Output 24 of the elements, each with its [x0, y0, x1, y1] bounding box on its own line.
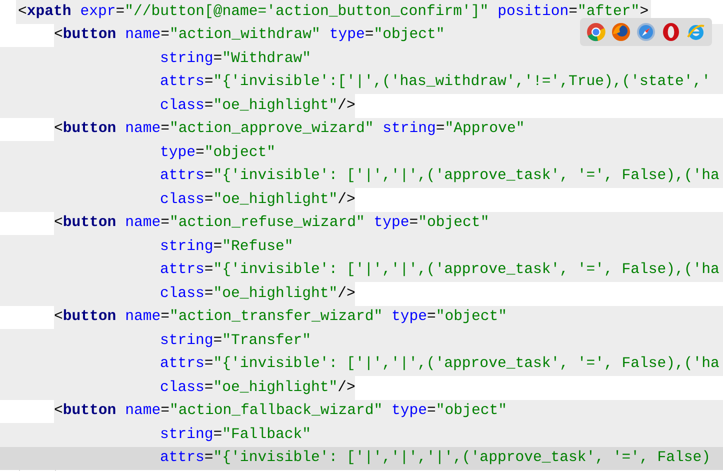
code-line: attrs="{'invisible': ['|','|','|',('approve_task', '=', False): [160, 449, 711, 468]
code-line: class="oe_highlight"/>: [160, 284, 356, 304]
code-line: attrs="{'invisible': ['|','|',('approve_task', '=', False),('ha: [160, 261, 720, 280]
code-line: type="object": [160, 144, 276, 163]
code-line: <button name="action_transfer_wizard" type="object": [54, 308, 507, 328]
code-line: <button name="action_approve_wizard" string="Approve": [54, 120, 525, 140]
code-line: attrs="{'invisible': ['|','|',('approve_task', '=', False),('ha: [160, 355, 720, 374]
code-line: string="Withdraw": [160, 50, 311, 69]
code-line: <button name="action_withdraw" type="object": [54, 26, 445, 46]
browser-icon[interactable]: [611, 22, 631, 42]
code-line: attrs="{'invisible': ['|','|',('approve_task', '=', False),('ha: [160, 167, 720, 186]
browser-icon[interactable]: [586, 22, 606, 42]
browser-icon[interactable]: [661, 22, 681, 42]
code-line: string="Transfer": [160, 332, 311, 351]
code-line: class="oe_highlight"/>: [160, 378, 356, 398]
code-line: class="oe_highlight"/>: [160, 190, 356, 210]
code-line: string="Fallback": [160, 426, 311, 445]
code-line: <xpath expr="//button[@name='action_button_confirm']" position="after">: [18, 2, 649, 22]
code-line: class="oe_highlight"/>: [160, 96, 356, 116]
code-line: string="Refuse": [160, 238, 294, 257]
browser-icon[interactable]: [636, 22, 656, 42]
code-line: <button name="action_fallback_wizard" type="object": [54, 402, 507, 422]
code-line: <button name="action_refuse_wizard" type="object": [54, 214, 490, 234]
code-line: attrs="{'invisible':['|',('has_withdraw','!=',True),('state',': [160, 73, 711, 92]
